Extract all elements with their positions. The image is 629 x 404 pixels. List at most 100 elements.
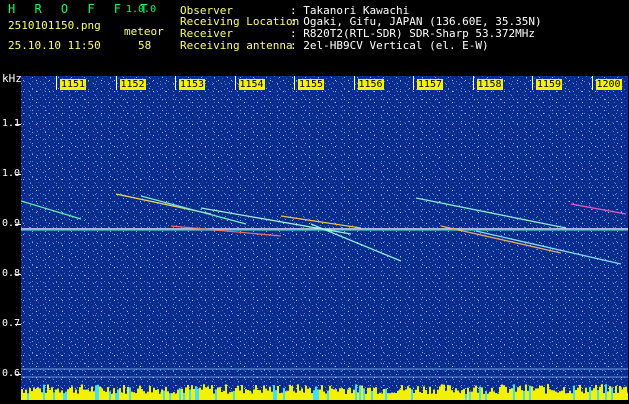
noise-bar: [627, 392, 629, 400]
noise-bar: [61, 390, 63, 400]
noise-bar: [309, 387, 311, 400]
noise-bar: [383, 389, 385, 400]
noise-bar: [51, 387, 53, 400]
noise-bar: [123, 385, 125, 400]
noise-bar: [261, 392, 263, 400]
noise-bar: [337, 391, 339, 400]
y-tick-mark: [15, 374, 21, 375]
noise-bar: [295, 392, 297, 400]
noise-bar: [333, 389, 335, 400]
noise-bar: [325, 393, 327, 400]
info-value-antenna: : 2el-HB9CV Vertical (el. E-W): [290, 39, 489, 52]
noise-bar: [555, 391, 557, 400]
noise-bar: [131, 391, 133, 400]
noise-bar: [571, 393, 573, 400]
noise-bar: [179, 388, 181, 400]
noise-bar: [129, 387, 131, 400]
noise-bar: [23, 392, 25, 400]
noise-bar: [429, 386, 431, 400]
x-tick-mark: [115, 76, 117, 90]
noise-bar: [493, 391, 495, 400]
noise-bar: [417, 386, 419, 400]
noise-bar: [135, 393, 137, 400]
noise-bar: [567, 393, 569, 400]
noise-bar: [609, 386, 611, 400]
noise-bar: [479, 386, 481, 400]
x-tick-mark: [413, 76, 414, 90]
noise-bar: [127, 386, 129, 400]
noise-bar: [491, 387, 493, 400]
noise-bar: [157, 389, 159, 400]
noise-bar: [43, 384, 45, 400]
noise-bar: [289, 384, 291, 400]
noise-bar: [385, 388, 387, 400]
noise-bar: [167, 391, 169, 400]
noise-bar: [245, 389, 247, 400]
noise-bar: [125, 393, 127, 400]
noise-bar: [297, 384, 299, 400]
noise-bar: [107, 387, 109, 400]
noise-bar: [67, 389, 69, 400]
header-panel: H R O F F T 1.0.0 2510101150.png 25.10.1…: [0, 0, 629, 72]
noise-bar: [351, 393, 353, 400]
noise-bar: [549, 389, 551, 400]
noise-bar: [85, 389, 87, 400]
spectrogram-plot: [20, 76, 629, 400]
noise-bar: [443, 384, 445, 400]
noise-bar: [117, 389, 119, 400]
noise-bar: [79, 387, 81, 400]
noise-bar: [539, 385, 541, 400]
date-time: 25.10.10 11:50: [8, 39, 101, 52]
noise-bar: [183, 392, 185, 400]
noise-bar: [617, 392, 619, 400]
noise-bar: [273, 385, 275, 400]
info-label-antenna: Receiving antenna: [180, 39, 293, 52]
noise-bar: [413, 392, 415, 400]
noise-bar: [625, 386, 627, 400]
noise-bar: [545, 393, 547, 400]
noise-bar: [161, 389, 163, 400]
noise-bar: [465, 393, 467, 400]
noise-bar: [509, 388, 511, 400]
noise-bar: [75, 389, 77, 400]
noise-bar: [201, 389, 203, 400]
noise-bar: [455, 388, 457, 400]
noise-bar: [381, 393, 383, 400]
noise-bar: [389, 393, 391, 400]
noise-bar: [525, 384, 527, 400]
noise-bar: [25, 389, 27, 400]
noise-bar: [551, 390, 553, 400]
x-tick-mark: [472, 76, 474, 90]
noise-bar: [227, 393, 229, 400]
noise-bar: [431, 393, 433, 400]
noise-bar: [367, 387, 369, 400]
noise-bar: [207, 386, 209, 400]
noise-bar: [547, 384, 549, 400]
noise-bar: [267, 390, 269, 400]
noise-bar: [377, 393, 379, 400]
noise-bar: [541, 385, 543, 400]
noise-bar: [279, 393, 281, 400]
noise-bar: [83, 389, 85, 400]
noise-bar: [577, 387, 579, 400]
noise-bar: [445, 390, 447, 400]
noise-bar: [259, 390, 261, 400]
noise-bar: [185, 387, 187, 400]
noise-bar: [403, 390, 405, 400]
x-tick-label: 1158: [476, 79, 503, 90]
noise-bar: [113, 388, 115, 400]
noise-bar: [59, 392, 61, 400]
noise-bar: [543, 387, 545, 400]
noise-bar: [621, 389, 623, 400]
noise-bar: [519, 386, 521, 400]
noise-bar: [37, 387, 39, 400]
noise-bar: [421, 392, 423, 400]
x-tick-label: 1154: [238, 79, 265, 90]
x-tick-mark: [175, 76, 176, 90]
noise-bar: [341, 388, 343, 400]
noise-bar: [517, 387, 519, 400]
noise-bar: [363, 388, 365, 400]
noise-bar: [415, 389, 417, 400]
noise-bar: [595, 384, 597, 400]
noise-bar: [151, 392, 153, 400]
